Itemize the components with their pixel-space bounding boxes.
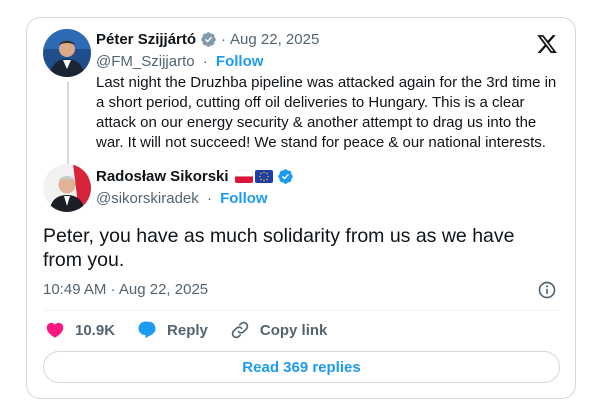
separator-dot: ·	[221, 31, 227, 48]
divider	[43, 310, 559, 311]
heart-icon	[46, 322, 64, 338]
verified-blue-badge-icon	[277, 169, 293, 184]
reply-author-row: Radosław Sikorski	[96, 168, 294, 185]
flags-group	[234, 170, 273, 183]
separator-dot: ·	[206, 190, 212, 207]
like-count: 10.9K	[75, 321, 116, 339]
eu-flag-icon	[254, 170, 273, 183]
tweet-embed-card: Péter Szijjártó · Aug 22, 2025 @FM_Szijj…	[26, 17, 576, 399]
copy-link-label: Copy link	[259, 321, 328, 339]
avatar-radoslaw-sikorski[interactable]	[43, 164, 91, 212]
reply-handle-row: @sikorskiradek · Follow	[96, 190, 268, 207]
read-replies-button[interactable]: Read 369 replies	[43, 351, 560, 383]
action-bar: 10.9K Reply Copy link	[45, 320, 349, 340]
speech-bubble-icon	[138, 321, 156, 339]
like-button[interactable]: 10.9K	[45, 320, 115, 340]
thread-connector-line	[67, 82, 69, 168]
quoted-date[interactable]: Aug 22, 2025	[230, 31, 319, 48]
verified-gray-badge-icon	[201, 32, 216, 47]
avatar-peter-szijjarto[interactable]	[43, 29, 91, 77]
reply-button[interactable]: Reply	[137, 320, 208, 340]
reply-tweet-text: Peter, you have as much solidarity from …	[43, 225, 515, 271]
quoted-handle[interactable]: @FM_Szijjarto	[96, 53, 195, 70]
reply-handle[interactable]: @sikorskiradek	[96, 190, 199, 207]
separator-dot: ·	[202, 53, 208, 70]
reply-author-name[interactable]: Radosław Sikorski	[96, 168, 229, 185]
quoted-handle-row: @FM_Szijjarto · Follow	[96, 53, 263, 70]
link-icon	[231, 321, 249, 339]
follow-button-quoted[interactable]: Follow	[216, 53, 264, 70]
quoted-author-name[interactable]: Péter Szijjártó	[96, 31, 196, 48]
quoted-author-row: Péter Szijjártó · Aug 22, 2025	[96, 31, 319, 48]
reply-label: Reply	[167, 321, 208, 339]
poland-flag-icon	[234, 170, 253, 183]
tweet-timestamp[interactable]: 10:49 AM · Aug 22, 2025	[43, 281, 208, 298]
info-icon[interactable]	[537, 280, 557, 300]
quoted-tweet-text: Last night the Druzhba pipeline was atta…	[96, 74, 557, 151]
copy-link-button[interactable]: Copy link	[230, 320, 328, 340]
follow-button-reply[interactable]: Follow	[220, 190, 268, 207]
x-logo-icon[interactable]	[535, 33, 559, 55]
